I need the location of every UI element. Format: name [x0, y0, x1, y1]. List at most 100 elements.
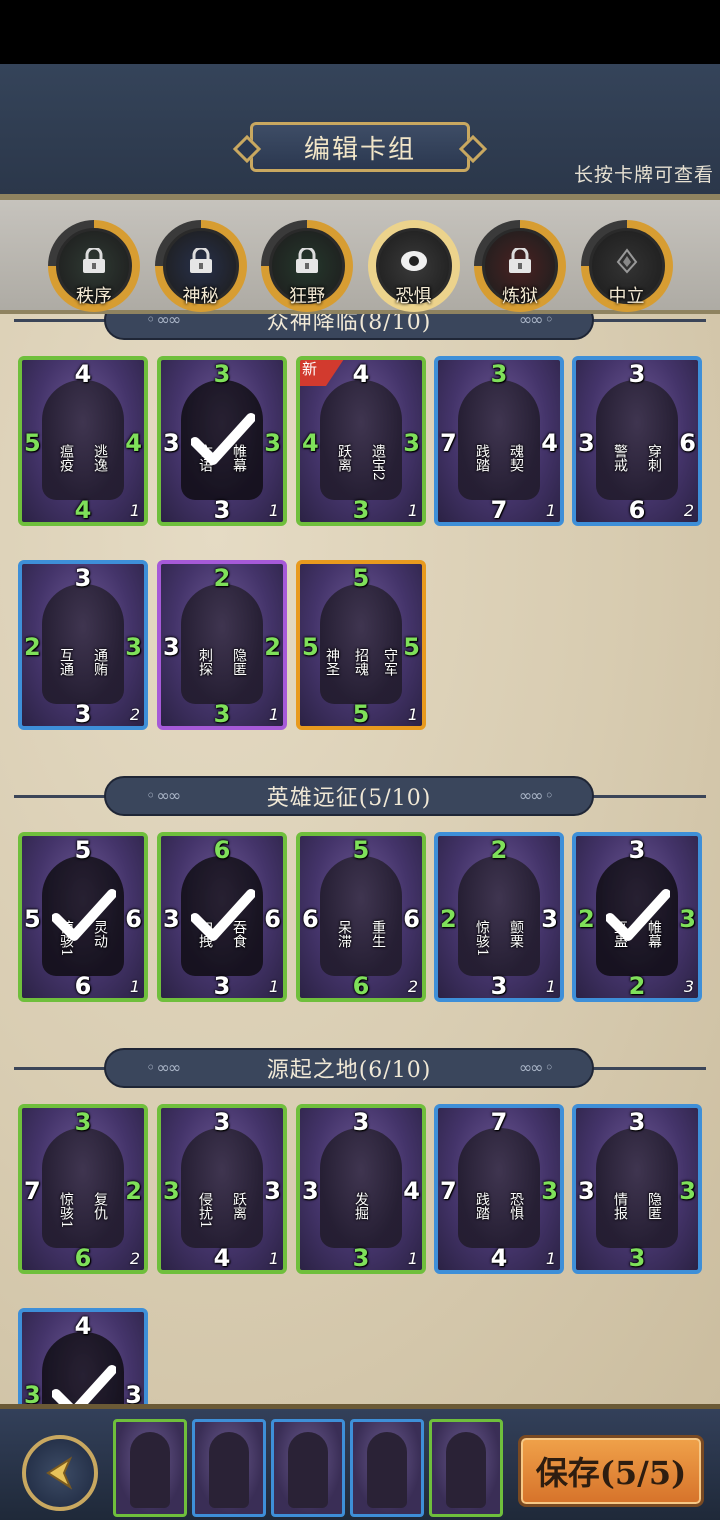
card-keyword: 招魂 — [353, 648, 369, 676]
card-health: 3 — [679, 905, 696, 933]
card-art — [458, 856, 540, 976]
card-health: 6 — [125, 905, 142, 933]
card-keyword: 践踏 — [474, 444, 490, 472]
card-art — [458, 1128, 540, 1248]
faction-filter-button[interactable]: 炼狱 — [474, 220, 566, 312]
faction-label: 神秘 — [182, 286, 219, 307]
header: 编辑卡组 长按卡牌可查看 — [0, 64, 720, 194]
card-attack: 5 — [24, 905, 41, 933]
card[interactable]: 3 7 4 7 1 践踏 魂契 — [434, 356, 564, 526]
card-art — [320, 856, 402, 976]
card-attack: 7 — [440, 1177, 457, 1205]
card-art — [596, 380, 678, 500]
card-collection[interactable]: 众神降临(8/10)45441瘟疫逃逸33331亡语帷幕新44331跃离遗宝23… — [0, 314, 720, 1404]
checkmark-icon — [52, 1365, 116, 1404]
card[interactable]: 5 5 6 6 1 惊骇1 灵动 — [18, 832, 148, 1002]
deck-slot-card[interactable] — [192, 1419, 266, 1517]
card-count: 2 — [129, 705, 140, 724]
card[interactable]: 3 3 4 3 1 发掘 — [296, 1104, 426, 1274]
card-keyword: 复仇 — [92, 1192, 108, 1220]
save-label: 保存(5/5) — [535, 1454, 687, 1492]
card-art — [42, 584, 124, 704]
card-bottom-value: 3 — [352, 496, 370, 524]
status-bar — [0, 0, 720, 64]
deck-slot-art — [130, 1432, 170, 1508]
card-attack: 5 — [24, 429, 41, 457]
faction-filter-button[interactable]: 秩序 — [48, 220, 140, 312]
card[interactable]: 4 5 4 4 1 瘟疫 逃逸 — [18, 356, 148, 526]
card[interactable]: 2 3 2 3 1 刺探 隐匿 — [157, 560, 287, 730]
card-keyword: 发掘 — [353, 1192, 369, 1220]
save-button[interactable]: 保存(5/5) — [518, 1435, 704, 1507]
faction-label: 中立 — [608, 286, 645, 307]
card-count: 1 — [545, 977, 556, 996]
lock-icon — [83, 248, 105, 273]
card-health: 3 — [541, 1177, 558, 1205]
card-bottom-value: 4 — [490, 1244, 508, 1272]
card-health: 3 — [541, 905, 558, 933]
card[interactable]: 3 3 6 6 2 警戒 穿刺 — [572, 356, 702, 526]
card-keyword: 遗宝2 — [370, 444, 386, 481]
section-header: 英雄远征(5/10) — [0, 774, 720, 818]
deck-slot-card[interactable] — [113, 1419, 187, 1517]
card-health: 6 — [679, 429, 696, 457]
faction-filter-button[interactable]: 狂野 — [261, 220, 353, 312]
card-cost: 6 — [213, 836, 231, 864]
card-keyword: 警戒 — [612, 444, 628, 472]
card[interactable]: 3 7 2 6 2 惊骇1 复仇 — [18, 1104, 148, 1274]
card[interactable]: 3 2 3 2 3 巫蛊 帷幕 — [572, 832, 702, 1002]
card-keyword: 隐匿 — [646, 1192, 662, 1220]
card-bottom-value: 3 — [628, 1244, 646, 1272]
section-title: 众神降临(8/10) — [260, 314, 438, 336]
card-health: 4 — [125, 429, 142, 457]
deck-slot-card[interactable] — [350, 1419, 424, 1517]
card-keyword: 恐惧 — [508, 1192, 524, 1220]
section-title: 英雄远征(5/10) — [260, 780, 438, 812]
checkmark-icon — [191, 413, 255, 465]
card-art — [320, 380, 402, 500]
card[interactable]: 3 3 3 3 情报 隐匿 — [572, 1104, 702, 1274]
card-cost: 7 — [490, 1108, 508, 1136]
checkmark-icon — [191, 889, 255, 941]
card-bottom-value: 6 — [352, 972, 370, 1000]
card-bottom-value: 3 — [213, 972, 231, 1000]
card-keyword: 穿刺 — [646, 444, 662, 472]
card-bottom-value: 6 — [74, 1244, 92, 1272]
card-attack: 4 — [302, 429, 319, 457]
faction-filter-button[interactable]: 神秘 — [154, 220, 247, 312]
card-keyword: 守军 — [382, 648, 398, 676]
back-button[interactable] — [22, 1435, 98, 1511]
faction-filter-button[interactable]: 中立 — [580, 220, 673, 312]
card[interactable]: 6 3 6 3 1 勾拽 吞食 — [157, 832, 287, 1002]
card-attack: 2 — [440, 905, 457, 933]
card-art — [320, 1128, 402, 1248]
faction-label: 秩序 — [76, 286, 112, 307]
card[interactable]: 3 3 3 4 1 侵扰1 跃离 — [157, 1104, 287, 1274]
eye-emblem-icon — [400, 251, 427, 271]
card-attack: 7 — [440, 429, 457, 457]
card[interactable]: 3 2 3 3 2 互通 通贿 — [18, 560, 148, 730]
card[interactable]: 7 7 3 4 1 践踏 恐惧 — [434, 1104, 564, 1274]
card[interactable]: 新 4 4 3 3 1 跃离 遗宝2 — [296, 356, 426, 526]
card-health: 3 — [125, 633, 142, 661]
section-banner: 众神降临(8/10) — [104, 314, 594, 340]
faction-filter-button[interactable]: 恐惧 — [367, 220, 460, 312]
deck-slot-art — [446, 1432, 486, 1508]
card-count: 2 — [683, 501, 694, 520]
card-bottom-value: 3 — [490, 972, 508, 1000]
card-cost: 3 — [628, 836, 646, 864]
card-cost: 5 — [352, 836, 370, 864]
deck-slot-card[interactable] — [429, 1419, 503, 1517]
card-health: 3 — [264, 429, 281, 457]
deck-slot-card[interactable] — [271, 1419, 345, 1517]
card[interactable]: 3 3 3 3 1 亡语 帷幕 — [157, 356, 287, 526]
faction-label: 恐惧 — [395, 286, 432, 307]
card[interactable]: 2 2 3 3 1 惊骇1 颤栗 — [434, 832, 564, 1002]
card[interactable]: 4 3 3 — [18, 1308, 148, 1404]
card[interactable]: 5 5 5 5 1 神圣 招魂 守军 — [296, 560, 426, 730]
card-count: 1 — [407, 501, 418, 520]
card[interactable]: 5 6 6 6 2 呆滞 重生 — [296, 832, 426, 1002]
lock-icon — [509, 248, 531, 273]
card-keyword: 侵扰1 — [197, 1192, 213, 1229]
card-keyword: 互通 — [58, 648, 74, 676]
